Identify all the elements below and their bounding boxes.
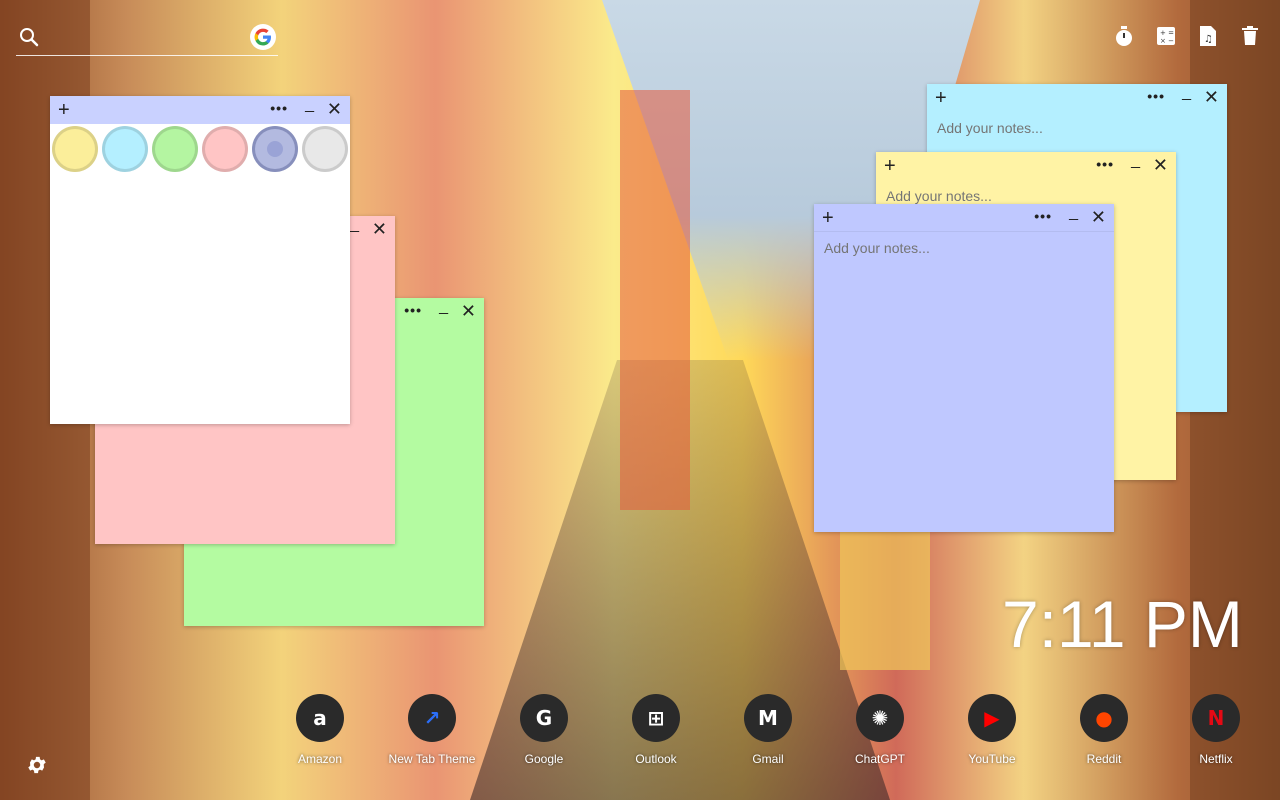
chatgpt-icon[interactable]: ✺ (856, 694, 904, 742)
background-building (620, 90, 690, 510)
calculator-icon[interactable]: + = × − (1154, 24, 1178, 48)
new-tab-theme-icon[interactable]: ↗ (408, 694, 456, 742)
svg-text:+ =: + = (1160, 29, 1174, 37)
netflix-icon[interactable]: N (1192, 694, 1240, 742)
outlook-icon[interactable]: ⊞ (632, 694, 680, 742)
more-icon[interactable]: ••• (1034, 208, 1052, 224)
app-shortcut[interactable]: ▶ YouTube (942, 694, 1042, 766)
add-note-icon[interactable]: + (822, 206, 834, 230)
toolbar: + = × − ♫ (1112, 24, 1262, 48)
app-label: Outlook (635, 752, 677, 766)
note-textarea[interactable] (824, 240, 1104, 522)
amazon-icon[interactable]: a (296, 694, 344, 742)
close-icon[interactable]: ✕ (1091, 207, 1106, 227)
note-header: + ••• _ ✕ (876, 152, 1176, 180)
note-header: + ••• _ ✕ (50, 96, 350, 124)
search-icon[interactable] (18, 26, 40, 48)
app-label: Amazon (297, 752, 343, 766)
app-label: YouTube (968, 752, 1016, 766)
close-icon[interactable]: ✕ (1153, 155, 1168, 175)
sticky-note-white[interactable]: + ••• _ ✕ (50, 96, 350, 424)
app-shortcut[interactable]: ✺ ChatGPT (830, 694, 930, 766)
trash-icon[interactable] (1238, 24, 1262, 48)
settings-gear-icon[interactable] (26, 754, 48, 776)
app-label: ChatGPT (854, 752, 905, 766)
app-shortcut[interactable]: M Gmail (718, 694, 818, 766)
minimize-icon[interactable]: _ (305, 96, 314, 114)
app-shortcut[interactable]: G Google (494, 694, 594, 766)
add-note-icon[interactable]: + (935, 86, 947, 110)
minimize-icon[interactable]: _ (1069, 204, 1078, 222)
add-note-icon[interactable]: + (884, 154, 896, 178)
app-glyph: ✺ (871, 706, 889, 730)
close-icon[interactable]: ✕ (372, 219, 387, 239)
app-shortcut[interactable]: ↗ New Tab Theme (382, 694, 482, 766)
app-glyph: ⊞ (647, 706, 665, 730)
app-glyph: G (535, 706, 553, 730)
add-note-icon[interactable]: + (58, 98, 70, 122)
app-shortcut[interactable]: a Amazon (270, 694, 370, 766)
color-swatch[interactable] (302, 126, 348, 172)
google-icon[interactable]: G (520, 694, 568, 742)
minimize-icon[interactable]: _ (439, 298, 448, 316)
more-icon[interactable]: ••• (404, 302, 422, 318)
app-label: Netflix (1199, 752, 1233, 766)
minimize-icon[interactable]: _ (1131, 152, 1140, 170)
app-dock: a Amazon ↗ New Tab Theme G Google ⊞ Outlook M Gma… (270, 694, 1270, 774)
note-body[interactable] (814, 232, 1114, 530)
sticky-note-blue[interactable]: + ••• _ ✕ (814, 204, 1114, 532)
app-glyph: a (313, 706, 327, 730)
note-header: + ••• _ ✕ (927, 84, 1227, 112)
minimize-icon[interactable]: _ (350, 216, 359, 234)
app-shortcut[interactable]: ● Reddit (1054, 694, 1154, 766)
app-label: Gmail (752, 752, 784, 766)
background-building (840, 530, 930, 670)
reddit-icon[interactable]: ● (1080, 694, 1128, 742)
more-icon[interactable]: ••• (1147, 88, 1165, 104)
svg-text:× −: × − (1160, 37, 1174, 45)
clock: 7:11 PM (1002, 587, 1243, 661)
app-glyph: ▶ (984, 706, 1000, 730)
app-glyph: ● (1095, 706, 1113, 730)
app-label: Reddit (1086, 752, 1122, 766)
svg-text:♫: ♫ (1204, 34, 1213, 45)
more-icon[interactable]: ••• (270, 100, 288, 116)
close-icon[interactable]: ✕ (327, 99, 342, 119)
close-icon[interactable]: ✕ (1204, 87, 1219, 107)
app-glyph: ↗ (423, 706, 441, 730)
app-label: Google (524, 752, 564, 766)
search-bar (16, 22, 278, 56)
color-swatch[interactable] (202, 126, 248, 172)
color-swatch[interactable] (252, 126, 298, 172)
app-label: New Tab Theme (388, 752, 476, 766)
minimize-icon[interactable]: _ (1182, 84, 1191, 102)
color-palette (50, 124, 350, 174)
app-shortcut[interactable]: ⊞ Outlook (606, 694, 706, 766)
youtube-icon[interactable]: ▶ (968, 694, 1016, 742)
timer-icon[interactable] (1112, 24, 1136, 48)
more-icon[interactable]: ••• (1096, 156, 1114, 172)
color-swatch[interactable] (152, 126, 198, 172)
color-swatch[interactable] (102, 126, 148, 172)
note-header: + ••• _ ✕ (814, 204, 1114, 232)
google-icon[interactable] (250, 24, 276, 50)
app-shortcut[interactable]: N Netflix (1166, 694, 1266, 766)
gmail-icon[interactable]: M (744, 694, 792, 742)
close-icon[interactable]: ✕ (461, 301, 476, 321)
app-glyph: N (1207, 706, 1225, 730)
app-glyph: M (758, 706, 778, 730)
music-file-icon[interactable]: ♫ (1196, 24, 1220, 48)
color-swatch[interactable] (52, 126, 98, 172)
search-input[interactable] (46, 26, 246, 50)
